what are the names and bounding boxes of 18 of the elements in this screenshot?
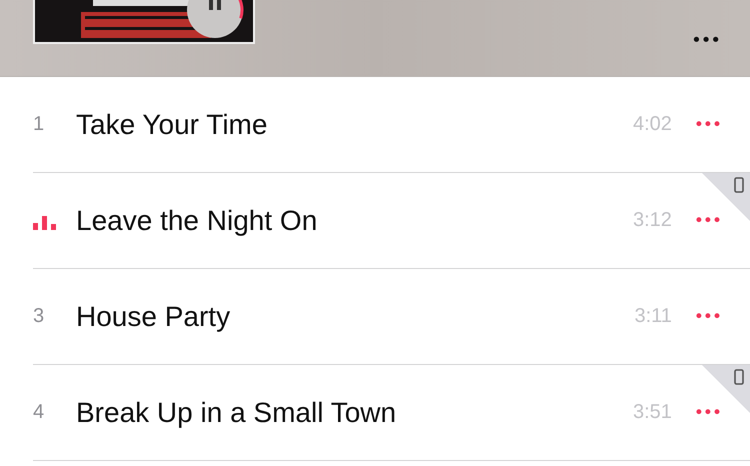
track-duration: 3:11 <box>634 305 672 328</box>
more-button[interactable]: ••• <box>694 306 721 326</box>
more-button[interactable]: ••• <box>694 114 721 134</box>
more-button[interactable]: ••• <box>691 28 720 52</box>
more-button[interactable]: ••• <box>694 402 721 422</box>
track-number: 3 <box>33 305 44 328</box>
track-duration: 3:51 <box>632 401 672 424</box>
more-button[interactable]: ••• <box>694 210 721 230</box>
track-title[interactable]: Take Your Time <box>76 108 633 140</box>
track-duration: 3:12 <box>632 209 672 232</box>
track-number: 4 <box>33 401 44 424</box>
track-title[interactable]: Break Up in a Small Town <box>76 396 633 428</box>
track-duration: 4:02 <box>632 113 672 136</box>
track-number: 1 <box>33 113 44 136</box>
pause-icon <box>209 0 221 10</box>
track-title[interactable]: Leave the Night On <box>76 204 633 236</box>
pause-button[interactable] <box>185 0 245 40</box>
track-title[interactable]: House Party <box>76 300 634 332</box>
